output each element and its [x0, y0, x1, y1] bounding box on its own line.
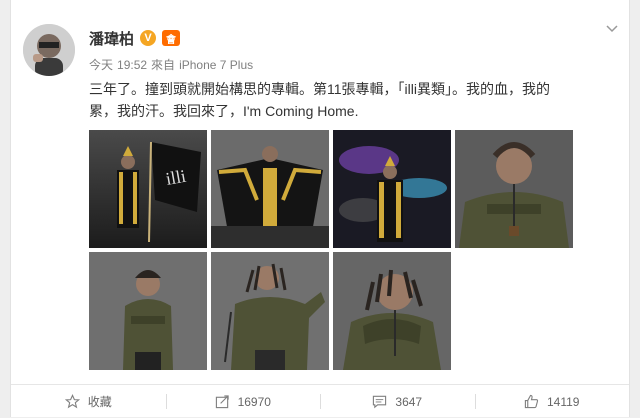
photo-5[interactable]	[89, 252, 207, 370]
like-count: 14119	[547, 394, 580, 409]
photo-7[interactable]	[333, 252, 451, 370]
avatar-image	[23, 24, 75, 76]
action-bar: 收藏 16970 3647 14119	[11, 384, 629, 418]
post-meta: 今天 19:52 來自 iPhone 7 Plus	[89, 56, 257, 73]
photo-4[interactable]	[455, 130, 573, 248]
favorite-label: 收藏	[87, 395, 112, 409]
like-button[interactable]: 14119	[474, 385, 630, 418]
avatar[interactable]	[23, 24, 75, 76]
user-name-row: 潘瑋柏 V 會	[89, 28, 181, 49]
photo-hoodie-icon	[455, 130, 573, 248]
repost-count: 16970	[237, 394, 271, 409]
photo-portrait-icon	[333, 252, 451, 370]
photo-dreadlocks-icon	[211, 252, 329, 370]
photo-flag-icon: illi	[89, 130, 207, 248]
user-name[interactable]: 潘瑋柏	[89, 28, 134, 49]
source-prefix: 來自	[151, 58, 176, 72]
photo-3[interactable]	[333, 130, 451, 248]
photo-6[interactable]	[211, 252, 329, 370]
star-icon	[64, 394, 80, 409]
photo-galaxy-icon	[333, 130, 451, 248]
comment-icon	[373, 395, 387, 409]
post-device[interactable]: iPhone 7 Plus	[179, 58, 253, 72]
svg-text:illi: illi	[164, 166, 187, 189]
photo-cape-icon	[211, 130, 329, 248]
photo-1[interactable]: illi	[89, 130, 207, 248]
post-text-line-1: 三年了。撞到頭就開始構思的專輯。第11張專輯，「illi異類」。我的血，我的	[89, 81, 550, 97]
repost-button[interactable]: 16970	[165, 385, 321, 418]
post-text-line-2: 累，我的汗。我回來了，I'm Coming Home.	[89, 103, 359, 119]
photo-hoodie-icon	[89, 252, 207, 370]
favorite-button[interactable]: 收藏	[11, 385, 166, 418]
post-time[interactable]: 19:52	[117, 58, 147, 72]
verified-icon: V	[140, 30, 157, 46]
repost-icon	[215, 395, 229, 409]
chevron-down-icon[interactable]	[605, 22, 619, 36]
comment-button[interactable]: 3647	[320, 385, 475, 418]
thumbs-up-icon	[524, 394, 539, 409]
comment-count: 3647	[395, 394, 423, 409]
weibo-post-card: 潘瑋柏 V 會 今天 19:52 來自 iPhone 7 Plus 三年了。撞到頭就開…	[10, 0, 630, 417]
post-text: 三年了。撞到頭就開始構思的專輯。第11張專輯，「illi異類」。我的血，我的 累…	[89, 78, 609, 122]
member-icon: 會	[162, 30, 181, 46]
post-day: 今天	[89, 58, 114, 72]
photo-2[interactable]	[211, 130, 329, 248]
